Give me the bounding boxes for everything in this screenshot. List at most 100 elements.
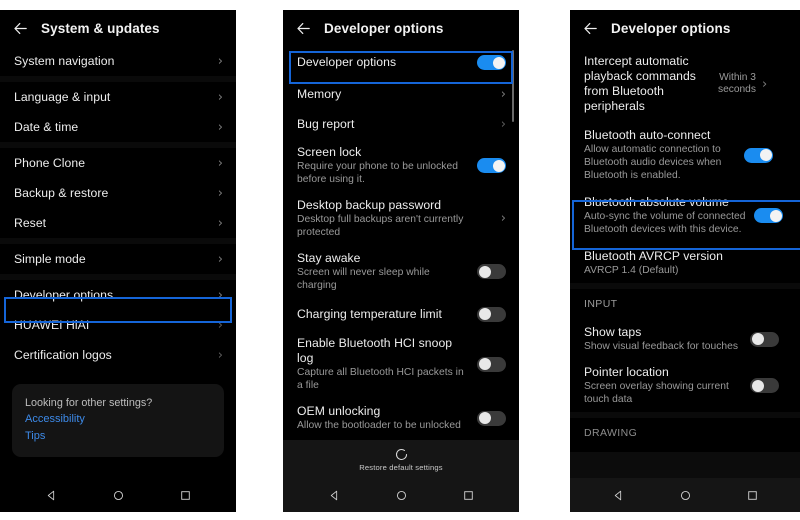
chevron-right-icon: › bbox=[217, 185, 223, 201]
nav-back-icon[interactable] bbox=[612, 489, 625, 502]
toggle-bluetooth-hci-snoop-log[interactable] bbox=[477, 356, 506, 372]
row-subtitle: Screen overlay showing current touch dat… bbox=[584, 381, 729, 405]
setting-row-pointer-location[interactable]: Pointer location Screen overlay showing … bbox=[570, 359, 800, 412]
row-subtitle: Desktop full backups aren't currently pr… bbox=[297, 214, 464, 238]
row-subtitle: AVRCP 1.4 (Default) bbox=[584, 265, 679, 276]
chevron-right-icon: › bbox=[500, 211, 506, 226]
row-subtitle: Auto-sync the volume of connected Blueto… bbox=[584, 211, 746, 235]
chevron-right-icon: › bbox=[500, 86, 506, 102]
toggle-developer-options[interactable] bbox=[477, 55, 506, 70]
row-title: Charging temperature limit bbox=[297, 306, 442, 321]
row-title: OEM unlocking bbox=[297, 404, 381, 418]
setting-row-stay-awake[interactable]: Stay awake Screen will never sleep while… bbox=[283, 245, 519, 298]
sidebar-item-date-time[interactable]: Date & time › bbox=[0, 112, 236, 142]
sidebar-item-huawei-hiai[interactable]: HUAWEI HiAI › bbox=[0, 310, 236, 340]
row-title: Date & time bbox=[14, 119, 79, 134]
link-accessibility[interactable]: Accessibility bbox=[25, 411, 211, 428]
toggle-bluetooth-auto-connect[interactable] bbox=[744, 147, 773, 163]
toggle-stay-awake[interactable] bbox=[477, 264, 506, 279]
screen-3: Developer options Intercept automatic pl… bbox=[570, 10, 800, 512]
chevron-right-icon: › bbox=[217, 347, 223, 363]
header-3: Developer options bbox=[570, 10, 800, 46]
nav-home-icon[interactable] bbox=[395, 489, 408, 502]
setting-row-bluetooth-avrcp-version[interactable]: Bluetooth AVRCP version AVRCP 1.4 (Defau… bbox=[570, 243, 800, 283]
setting-row-screen-lock[interactable]: Screen lock Require your phone to be unl… bbox=[283, 139, 519, 192]
row-title: System navigation bbox=[14, 53, 115, 68]
row-subtitle: Require your phone to be unlocked before… bbox=[297, 161, 458, 185]
row-title: Intercept automatic playback commands fr… bbox=[584, 54, 696, 113]
nav-recents-icon[interactable] bbox=[179, 489, 192, 502]
restore-default-settings-button[interactable]: Restore default settings bbox=[283, 440, 519, 478]
setting-row-developer-options-master[interactable]: Developer options bbox=[283, 46, 519, 79]
setting-row-intercept-playback-commands[interactable]: Intercept automatic playback commands fr… bbox=[570, 46, 800, 122]
nav-home-icon[interactable] bbox=[112, 489, 125, 502]
navigation-bar-3 bbox=[570, 478, 800, 512]
setting-row-desktop-backup-password[interactable]: Desktop backup password Desktop full bac… bbox=[283, 192, 519, 245]
sidebar-item-developer-options[interactable]: Developer options › bbox=[0, 280, 236, 310]
chevron-right-icon: › bbox=[217, 89, 223, 105]
section-label: INPUT bbox=[584, 297, 618, 310]
nav-back-icon[interactable] bbox=[45, 489, 58, 502]
nav-home-icon[interactable] bbox=[679, 489, 692, 502]
navigation-bar-1 bbox=[0, 478, 236, 512]
phone-panel-system-updates: System & updates System navigation › Lan… bbox=[0, 10, 236, 512]
toggle-bluetooth-absolute-volume[interactable] bbox=[754, 208, 783, 223]
link-tips[interactable]: Tips bbox=[25, 428, 211, 445]
toggle-screen-lock[interactable] bbox=[477, 158, 506, 173]
page-title: Developer options bbox=[611, 20, 731, 36]
restore-default-settings-label: Restore default settings bbox=[359, 462, 443, 472]
sidebar-item-phone-clone[interactable]: Phone Clone › bbox=[0, 148, 236, 178]
setting-row-charging-temperature-limit[interactable]: Charging temperature limit bbox=[283, 298, 519, 330]
row-title: Simple mode bbox=[14, 251, 86, 266]
setting-row-memory[interactable]: Memory › bbox=[283, 79, 519, 109]
row-title: Reset bbox=[14, 215, 47, 230]
row-title: Bluetooth auto-connect bbox=[584, 128, 711, 142]
phone-panel-developer-options-main: Developer options Developer options Memo… bbox=[283, 10, 519, 512]
page-title: Developer options bbox=[324, 20, 444, 36]
screen-2: Developer options Developer options Memo… bbox=[283, 10, 519, 512]
sidebar-item-reset[interactable]: Reset › bbox=[0, 208, 236, 238]
nav-back-icon[interactable] bbox=[328, 489, 341, 502]
settings-list-3: Intercept automatic playback commands fr… bbox=[570, 46, 800, 448]
setting-row-show-taps[interactable]: Show taps Show visual feedback for touch… bbox=[570, 319, 800, 359]
sidebar-item-system-navigation[interactable]: System navigation › bbox=[0, 46, 236, 76]
row-title: Bug report bbox=[297, 116, 355, 131]
row-title: Show taps bbox=[584, 325, 642, 339]
setting-row-bluetooth-absolute-volume[interactable]: Bluetooth absolute volume Auto-sync the … bbox=[570, 188, 800, 243]
toggle-pointer-location[interactable] bbox=[750, 378, 779, 393]
toggle-charging-temperature-limit[interactable] bbox=[477, 306, 506, 322]
screen-1: System & updates System navigation › Lan… bbox=[0, 10, 236, 512]
nav-recents-icon[interactable] bbox=[746, 489, 759, 502]
chevron-right-icon: › bbox=[217, 251, 223, 267]
back-arrow-icon[interactable] bbox=[12, 20, 29, 37]
row-title: Phone Clone bbox=[14, 155, 86, 170]
sidebar-item-backup-restore[interactable]: Backup & restore › bbox=[0, 178, 236, 208]
row-title: Certification logos bbox=[14, 347, 112, 362]
sidebar-item-language-input[interactable]: Language & input › bbox=[0, 82, 236, 112]
setting-row-bug-report[interactable]: Bug report › bbox=[283, 109, 519, 139]
chevron-right-icon: › bbox=[217, 53, 223, 69]
sidebar-item-simple-mode[interactable]: Simple mode › bbox=[0, 244, 236, 274]
settings-list-2: Developer options Memory › Bug report › … bbox=[283, 46, 519, 438]
row-title: Memory bbox=[297, 86, 342, 101]
toggle-show-taps[interactable] bbox=[750, 331, 779, 347]
sidebar-item-certification-logos[interactable]: Certification logos › bbox=[0, 340, 236, 370]
back-arrow-icon[interactable] bbox=[295, 20, 312, 37]
settings-list-1: System navigation › Language & input › D… bbox=[0, 46, 236, 370]
header-1: System & updates bbox=[0, 10, 236, 46]
nav-recents-icon[interactable] bbox=[462, 489, 475, 502]
header-2: Developer options bbox=[283, 10, 519, 46]
setting-row-oem-unlocking[interactable]: OEM unlocking Allow the bootloader to be… bbox=[283, 398, 519, 438]
row-title: Backup & restore bbox=[14, 185, 109, 200]
back-arrow-icon[interactable] bbox=[582, 20, 599, 37]
setting-row-bluetooth-auto-connect[interactable]: Bluetooth auto-connect Allow automatic c… bbox=[570, 122, 800, 188]
row-title: Pointer location bbox=[584, 365, 669, 379]
setting-row-bluetooth-hci-snoop-log[interactable]: Enable Bluetooth HCI snoop log Capture a… bbox=[283, 330, 519, 398]
chevron-right-icon: › bbox=[761, 76, 768, 92]
chevron-right-icon: › bbox=[217, 317, 223, 333]
card-question: Looking for other settings? bbox=[25, 397, 153, 409]
row-subtitle: Screen will never sleep while charging bbox=[297, 267, 430, 291]
row-value: Within 3 seconds bbox=[718, 71, 756, 96]
toggle-oem-unlocking[interactable] bbox=[477, 410, 506, 426]
scrollbar-thumb[interactable] bbox=[511, 50, 514, 122]
